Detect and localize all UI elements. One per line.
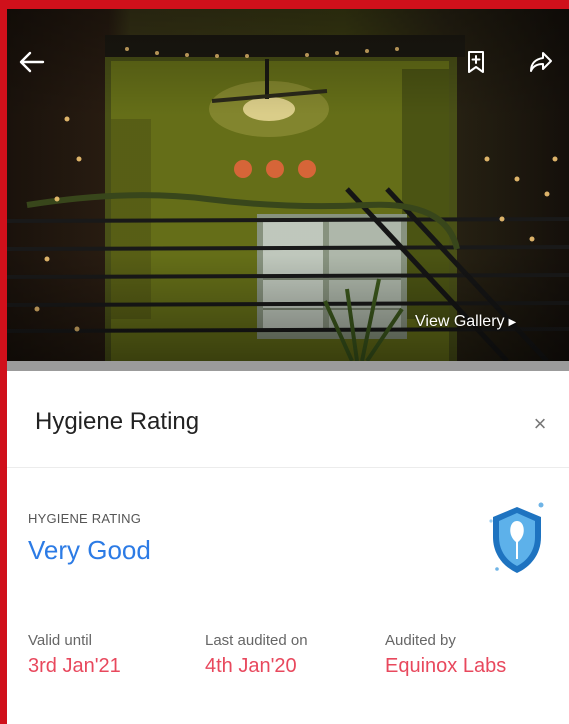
- audited-by-label: Audited by: [385, 632, 456, 649]
- view-gallery-label: View Gallery: [415, 313, 505, 330]
- audited-by-value: Equinox Labs: [385, 655, 507, 677]
- rating-label: HYGIENE RATING: [28, 511, 142, 526]
- view-gallery-link[interactable]: View Gallery ▶: [415, 313, 516, 331]
- hygiene-shield-icon: [489, 502, 544, 573]
- close-button[interactable]: ×: [527, 411, 553, 437]
- app-screen: View Gallery ▶ Hygiene Rating × HYGIENE …: [7, 9, 569, 724]
- valid-until-value: 3rd Jan'21: [28, 655, 121, 677]
- sheet-title: Hygiene Rating: [35, 408, 200, 435]
- photo-divider: [7, 361, 569, 371]
- last-audited-value: 4th Jan'20: [205, 655, 297, 677]
- rating-value: Very Good: [28, 535, 151, 565]
- hygiene-rating-sheet: Hygiene Rating × HYGIENE RATING Very Goo…: [7, 371, 569, 724]
- last-audited-label: Last audited on: [205, 632, 308, 649]
- valid-until-label: Valid until: [28, 632, 92, 649]
- restaurant-photo[interactable]: View Gallery ▶: [7, 9, 569, 361]
- share-icon: [530, 52, 552, 72]
- bookmark-button[interactable]: [467, 51, 499, 85]
- chevron-right-icon: ▶: [508, 316, 517, 328]
- share-button[interactable]: [529, 51, 563, 85]
- bookmark-icon: [468, 51, 484, 73]
- close-icon: ×: [533, 411, 547, 436]
- back-button[interactable]: [19, 51, 59, 85]
- back-arrow-icon: [19, 51, 45, 73]
- sheet-header: Hygiene Rating ×: [7, 371, 569, 468]
